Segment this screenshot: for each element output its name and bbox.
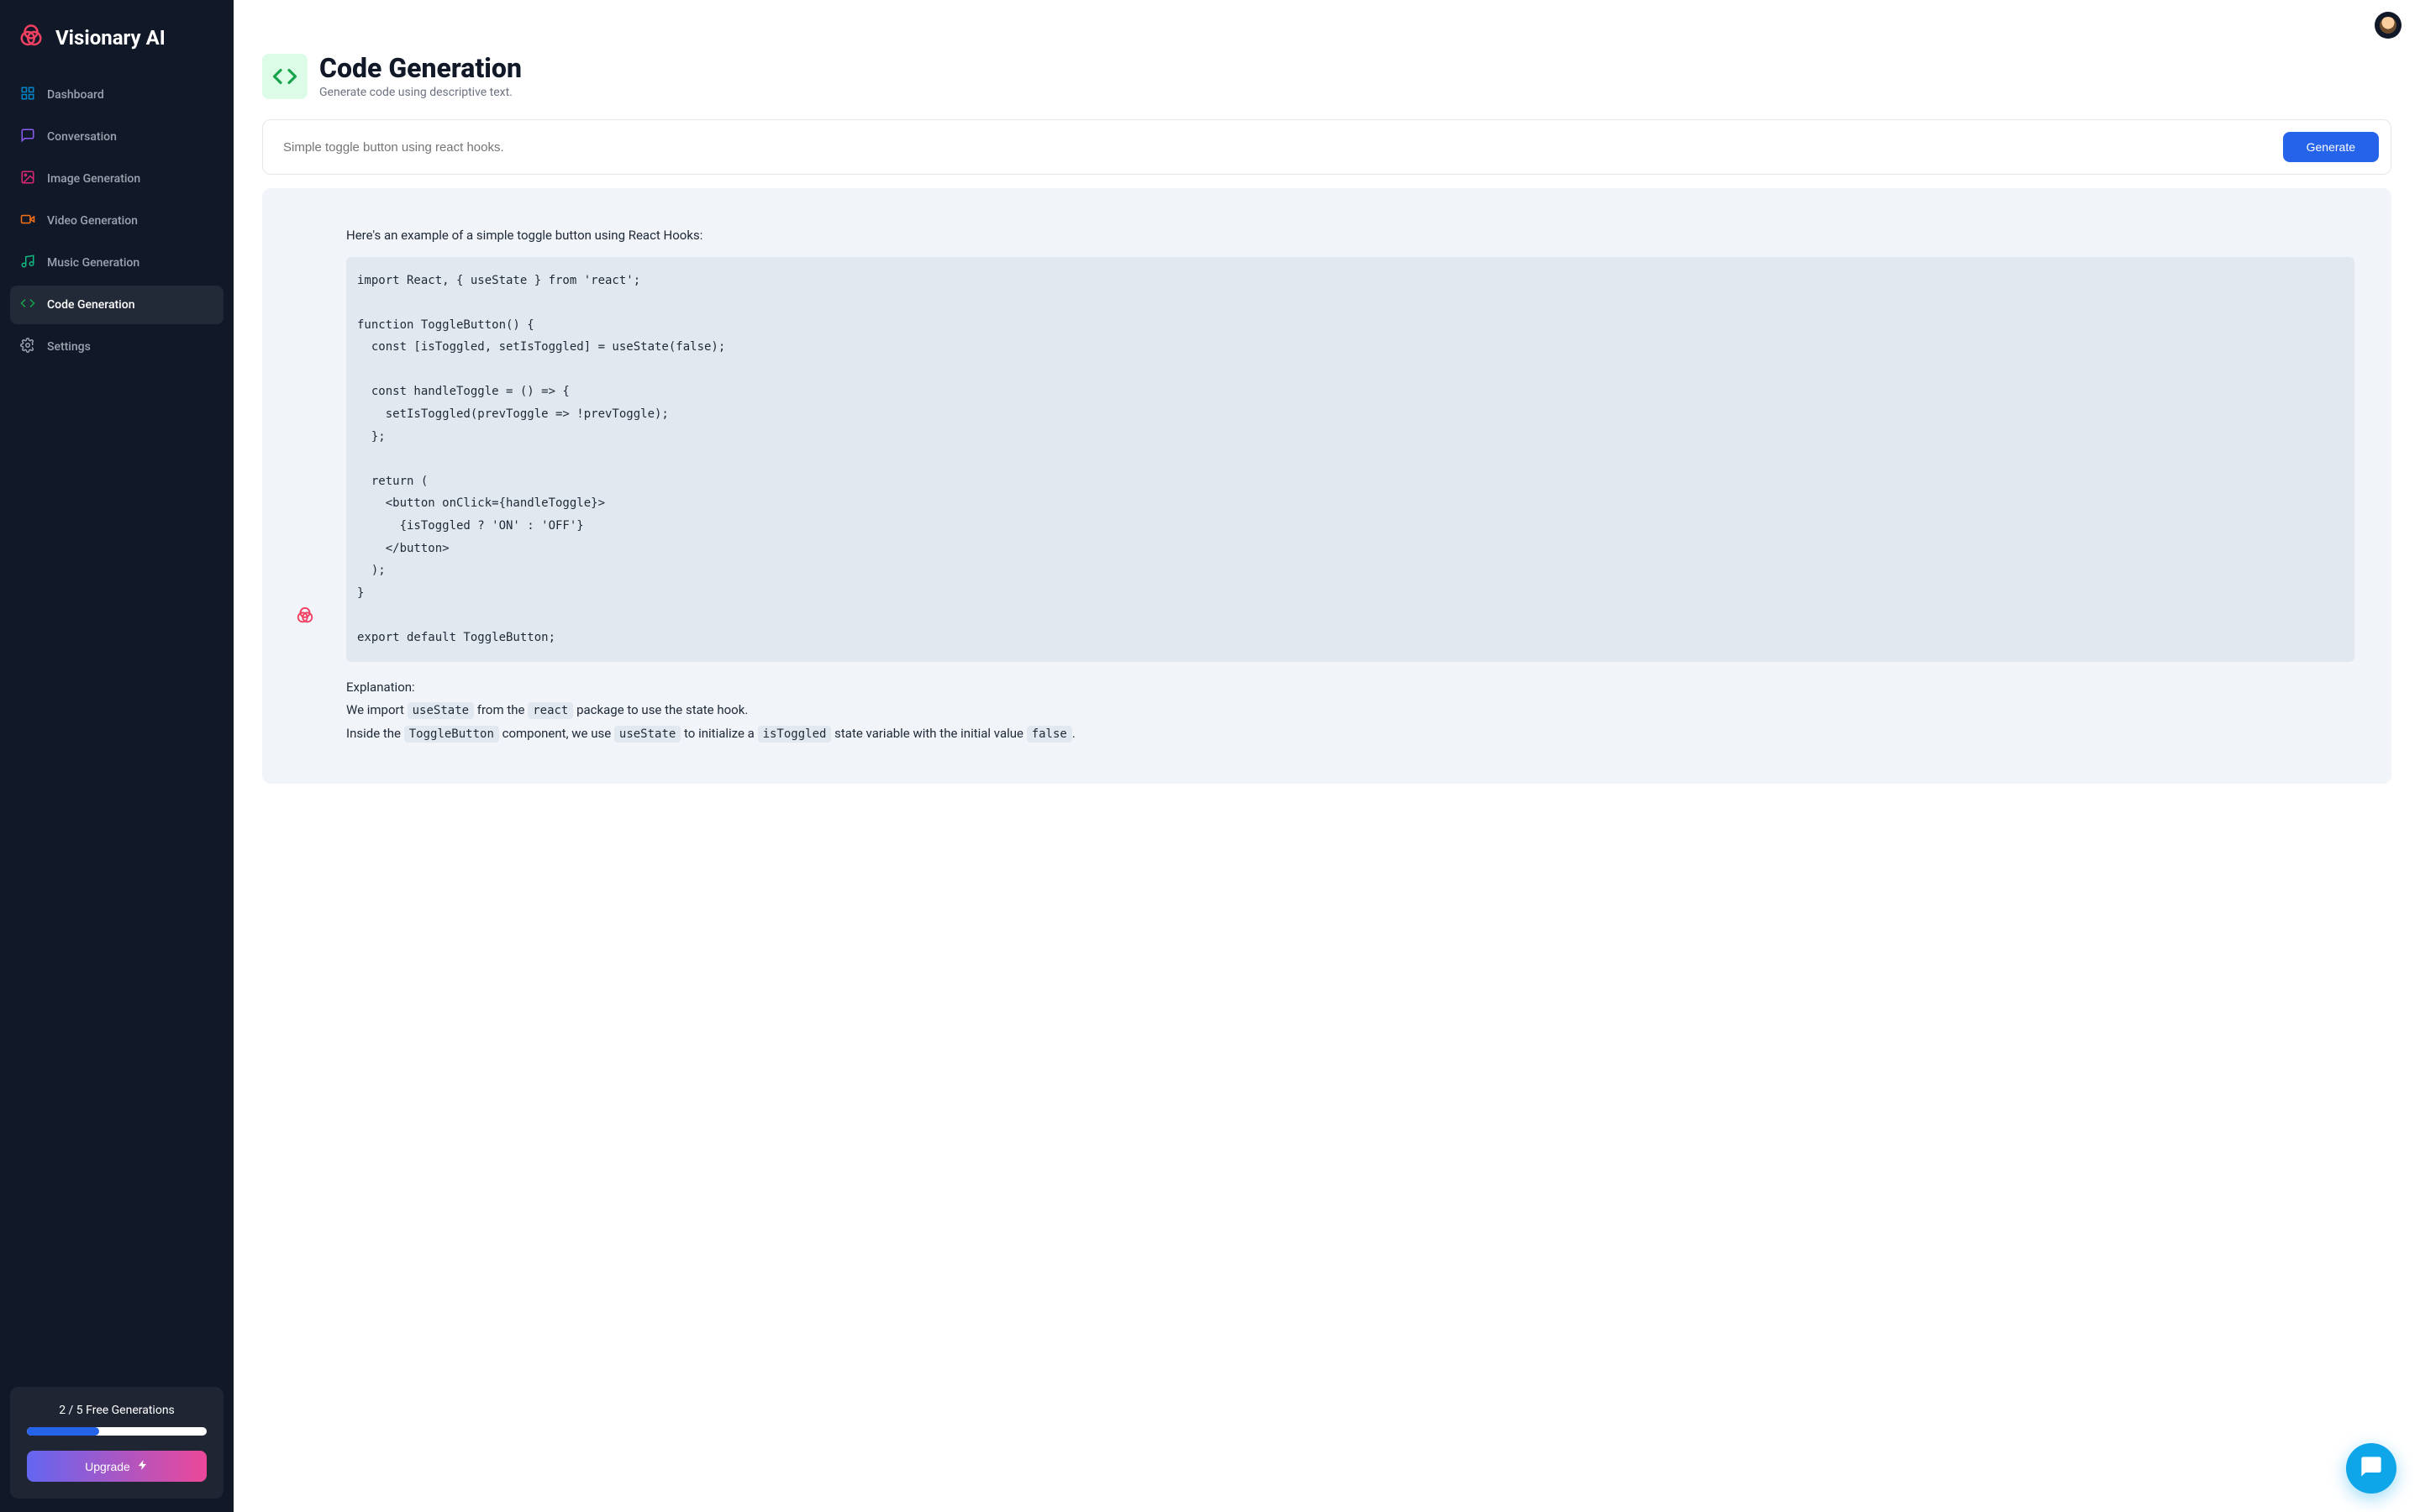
generate-button[interactable]: Generate: [2283, 132, 2379, 162]
sidebar-item-label: Conversation: [47, 130, 117, 144]
avatar[interactable]: [2375, 12, 2402, 39]
gear-icon: [20, 338, 35, 356]
explain-line-2: Inside the ToggleButton component, we us…: [346, 723, 2354, 745]
logo-icon: [18, 24, 44, 52]
sidebar-item-label: Settings: [47, 340, 91, 354]
response-body: Here's an example of a simple toggle but…: [346, 225, 2354, 747]
response-intro: Here's an example of a simple toggle but…: [346, 225, 2354, 247]
sidebar-item-label: Music Generation: [47, 256, 139, 270]
upgrade-button-label: Upgrade: [85, 1460, 130, 1473]
image-icon: [20, 170, 35, 188]
usage-progress: [27, 1427, 207, 1436]
topbar: [234, 0, 2420, 50]
sidebar-item-image[interactable]: Image Generation: [10, 160, 224, 198]
page-header: Code Generation Generate code using desc…: [262, 50, 2391, 104]
code-icon: [20, 296, 35, 314]
music-icon: [20, 254, 35, 272]
explain-line-1: We import useState from the react packag…: [346, 700, 2354, 722]
prompt-row: Generate: [262, 119, 2391, 175]
content: Code Generation Generate code using desc…: [234, 50, 2420, 1512]
inline-code: useState: [614, 726, 681, 743]
layout-icon: [20, 86, 35, 104]
page-title: Code Generation: [319, 54, 522, 83]
nav: Dashboard Conversation Image Generation …: [10, 76, 224, 366]
usage-label: 2 / 5 Free Generations: [27, 1404, 207, 1417]
chat-icon: [2360, 1455, 2383, 1482]
lightning-icon: [137, 1459, 149, 1473]
prompt-input[interactable]: [283, 140, 2271, 155]
video-icon: [20, 212, 35, 230]
inline-code: isToggled: [758, 726, 832, 743]
inline-code: react: [528, 702, 573, 719]
brand[interactable]: Visionary AI: [10, 13, 224, 67]
sidebar-item-conversation[interactable]: Conversation: [10, 118, 224, 156]
inline-code: useState: [408, 702, 474, 719]
support-chat-button[interactable]: [2346, 1443, 2396, 1494]
sidebar-item-label: Code Generation: [47, 298, 135, 312]
inline-code: ToggleButton: [404, 726, 499, 743]
page-subtitle: Generate code using descriptive text.: [319, 86, 522, 99]
sidebar-item-music[interactable]: Music Generation: [10, 244, 224, 282]
response-avatar: [284, 225, 326, 747]
sidebar-item-dashboard[interactable]: Dashboard: [10, 76, 224, 114]
usage-progress-fill: [27, 1427, 99, 1436]
sidebar-item-code[interactable]: Code Generation: [10, 286, 224, 324]
explain-heading: Explanation:: [346, 677, 2354, 699]
upgrade-card: 2 / 5 Free Generations Upgrade: [10, 1387, 224, 1499]
brand-name: Visionary AI: [55, 26, 166, 50]
sidebar-item-label: Image Generation: [47, 172, 140, 186]
inline-code: false: [1027, 726, 1072, 743]
code-block: import React, { useState } from 'react';…: [346, 257, 2354, 662]
sidebar-item-label: Video Generation: [47, 214, 138, 228]
sidebar-item-label: Dashboard: [47, 88, 104, 102]
main: Code Generation Generate code using desc…: [234, 0, 2420, 1512]
sidebar-item-settings[interactable]: Settings: [10, 328, 224, 366]
sidebar-item-video[interactable]: Video Generation: [10, 202, 224, 240]
response-panel: Here's an example of a simple toggle but…: [262, 188, 2391, 784]
message-icon: [20, 128, 35, 146]
sidebar: Visionary AI Dashboard Conversation Imag…: [0, 0, 234, 1512]
upgrade-button[interactable]: Upgrade: [27, 1451, 207, 1482]
page-header-icon: [262, 54, 308, 99]
